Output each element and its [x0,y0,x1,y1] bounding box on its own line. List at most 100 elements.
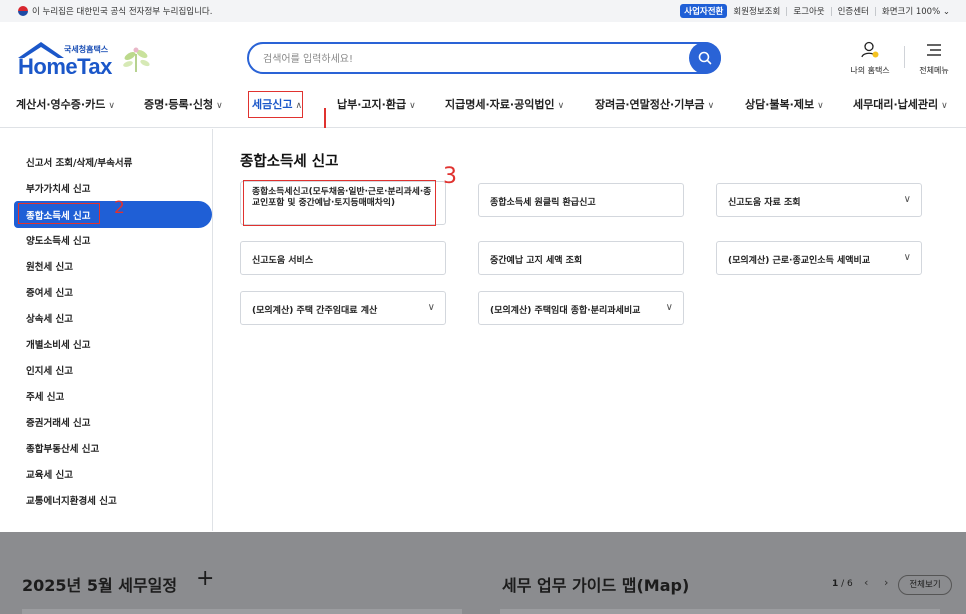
all-menu-label: 전체메뉴 [919,66,949,75]
chevron-down-icon: ∨ [903,252,911,263]
utility-links: 사업자전환 회원정보조회 로그아웃 인증센터 화면크기 100% ⌄ [680,4,950,18]
page-title: 종합소득세 신고 [240,154,339,170]
pager: 1 / 6 [832,579,853,589]
gnb-label: 지급명세·자료·공익법인 [445,98,555,111]
top-bar: 이 누리집은 대한민국 공식 전자정부 누리집입니다. 사업자전환 회원정보조회… [0,0,966,22]
annotation-label-3: 3 [443,164,457,189]
chevron-down-icon: ∨ [409,101,416,111]
sidebar: 신고서 조회/삭제/부속서류 부가가치세 신고 종합소득세 신고 양도소득세 신… [0,129,213,531]
main-navigation: 계산서·영수증·카드 ∨ 증명·등록·신청 ∨ 세금신고 ∧ 납부·고지·환급 ∨ 지급… [0,90,966,128]
schedule-panel-edge [22,609,462,614]
card-oneclick-refund[interactable]: 종합소득세 원클릭 환급신고 [478,183,684,217]
next-arrow-icon[interactable]: › [884,576,888,589]
plant-icon [123,47,150,72]
search-icon [698,51,712,65]
gnb-label: 상담·불복·제보 [745,98,815,111]
search-bar [247,42,721,74]
cert-center-link[interactable]: 인증센터 [838,5,869,17]
sidebar-item-education[interactable]: 교육세 신고 [26,467,73,481]
logo-title: HomeTax [18,54,112,79]
pager-current: 1 [832,579,839,589]
sidebar-item-inheritance[interactable]: 상속세 신고 [26,311,73,325]
sidebar-item-stamp-tax[interactable]: 인지세 신고 [26,363,73,377]
my-hometax-label: 나의 홈택스 [850,66,890,75]
card-label: (모의계산) 근로·종교인소득 세액비교 [728,256,871,266]
gnb-payment-statement[interactable]: 지급명세·자료·공익법인 ∨ [445,96,564,112]
user-icon [861,41,879,58]
font-size-label: 화면크기 100% [881,7,941,17]
gnb-invoice-receipt-card[interactable]: 계산서·영수증·카드 ∨ [16,96,115,112]
card-sim-deemed-rent[interactable]: (모의계산) 주택 간주임대료 계산 ∨ [240,291,446,325]
gnb-label: 장려금·연말정산·기부금 [595,98,705,111]
divider [874,6,876,16]
annotation-box-1 [248,91,303,118]
sidebar-item-excise[interactable]: 개별소비세 신고 [26,337,91,351]
chevron-down-icon: ∨ [665,302,673,313]
logout-link[interactable]: 로그아웃 [793,5,824,17]
divider [786,6,788,16]
plus-icon[interactable]: + [196,566,214,591]
card-label: 신고도움 자료 조회 [728,198,801,208]
sidebar-item-liquor-tax[interactable]: 주세 신고 [26,389,64,403]
business-switch-button[interactable]: 사업자전환 [680,4,728,18]
annotation-mark-1 [324,108,326,128]
search-button[interactable] [689,42,721,74]
gnb-certificate-register[interactable]: 증명·등록·신청 ∨ [144,96,223,112]
chevron-down-icon: ∨ [903,194,911,205]
view-all-button[interactable]: 전체보기 [898,575,952,595]
sidebar-item-traffic-energy[interactable]: 교통에너지환경세 신고 [26,493,117,507]
sidebar-item-real-estate[interactable]: 종합부동산세 신고 [26,441,99,455]
chevron-down-icon: ∨ [108,101,115,111]
sidebar-item-withholding[interactable]: 원천세 신고 [26,259,73,273]
card-interim-prepayment[interactable]: 중간예납 고지 세액 조회 [478,241,684,275]
guide-panel-edge [500,609,940,614]
gnb-incentive-yearend[interactable]: 장려금·연말정산·기부금 ∨ [595,96,714,112]
gnb-label: 계산서·영수증·카드 [16,98,106,111]
annotation-label-2: 2 [114,198,125,218]
gov-notice: 이 누리집은 대한민국 공식 전자정부 누리집입니다. [18,5,212,17]
chevron-down-icon: ∨ [707,101,715,111]
card-sim-rental-compare[interactable]: (모의계산) 주택임대 종합·분리과세비교 ∨ [478,291,684,325]
prev-arrow-icon[interactable]: ‹ [864,576,868,589]
divider [830,6,832,16]
card-label: 종합소득세 원클릭 환급신고 [490,198,596,208]
hamburger-icon [927,44,941,56]
chevron-down-icon: ∨ [216,101,223,111]
sidebar-item-return-inquiry[interactable]: 신고서 조회/삭제/부속서류 [26,155,132,169]
card-filing-help-data[interactable]: 신고도움 자료 조회 ∨ [716,183,922,217]
font-size-selector[interactable]: 화면크기 100% ⌄ [882,5,950,17]
sidebar-item-gift-tax[interactable]: 증여세 신고 [26,285,73,299]
guide-map-title: 세무 업무 가이드 맵(Map) [502,576,690,595]
member-info-link[interactable]: 회원정보조회 [733,5,780,17]
search-input[interactable] [263,50,683,68]
card-filing-help-service[interactable]: 신고도움 서비스 [240,241,446,275]
chevron-down-icon: ∨ [427,302,435,313]
card-label: 신고도움 서비스 [252,256,314,266]
sidebar-item-vat[interactable]: 부가가치세 신고 [26,181,91,195]
gnb-label: 납부·고지·환급 [337,98,407,111]
chevron-down-icon: ∨ [817,101,824,111]
card-label: 중간예납 고지 세액 조회 [490,256,583,266]
taegukgi-icon [18,6,28,16]
chevron-down-icon: ∨ [557,101,565,111]
hometax-logo[interactable]: 국세청홈택스 HomeTax [16,40,166,79]
gov-notice-text: 이 누리집은 대한민국 공식 전자정부 누리집입니다. [32,7,213,17]
pager-total: / 6 [841,579,853,589]
all-menu-button[interactable]: 전체메뉴 [904,40,964,76]
gnb-payment-notice-refund[interactable]: 납부·고지·환급 ∨ [337,96,416,112]
chevron-down-icon: ⌄ [942,7,950,17]
gnb-consult-appeal-report[interactable]: 상담·불복·제보 ∨ [745,96,824,112]
card-sim-earned-income[interactable]: (모의계산) 근로·종교인소득 세액비교 ∨ [716,241,922,275]
sidebar-item-securities[interactable]: 증권거래세 신고 [26,415,91,429]
sidebar-item-capital-gains[interactable]: 양도소득세 신고 [26,233,91,247]
gnb-label: 세무대리·납세관리 [853,98,939,111]
schedule-title: 2025년 5월 세무일정 [22,576,178,595]
gnb-tax-agent[interactable]: 세무대리·납세관리 ∨ [853,96,948,112]
gnb-label: 증명·등록·신청 [144,98,214,111]
annotation-box-3 [243,180,436,226]
annotation-box-2 [18,203,100,224]
card-label: (모의계산) 주택임대 종합·분리과세비교 [490,306,641,316]
my-hometax-button[interactable]: 나의 홈택스 [840,40,900,76]
card-label: (모의계산) 주택 간주임대료 계산 [252,306,378,316]
chevron-down-icon: ∨ [941,101,948,111]
